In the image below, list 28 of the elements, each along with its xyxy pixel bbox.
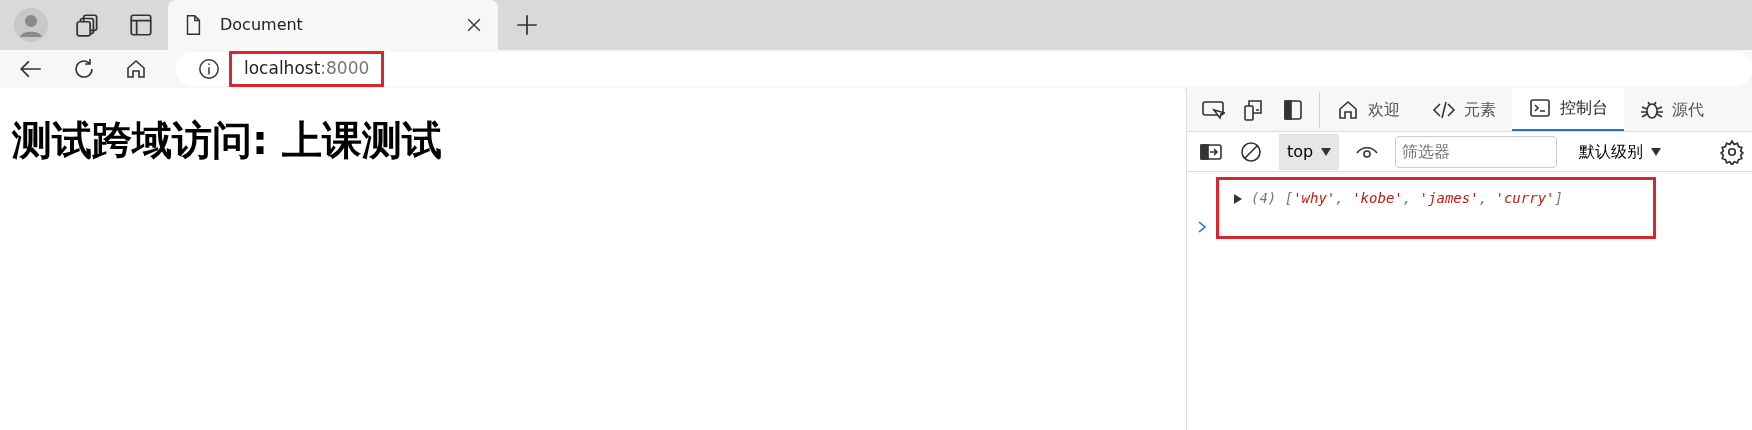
prompt-icon (1197, 220, 1207, 234)
url-text: localhost:8000 (232, 54, 382, 84)
collections-icon[interactable] (75, 12, 101, 38)
refresh-icon[interactable] (72, 57, 96, 81)
context-dropdown[interactable]: top (1279, 133, 1340, 170)
caret-icon (1651, 147, 1662, 156)
levels-dropdown[interactable]: 默认级别 (1573, 138, 1668, 165)
window-icon[interactable] (128, 12, 155, 38)
add-tab-icon[interactable] (514, 12, 540, 38)
settings-icon[interactable] (1719, 138, 1746, 165)
dock-icon[interactable] (1281, 97, 1305, 122)
browser-tab[interactable]: Document (168, 0, 498, 50)
console-log: (4) ['why', 'kobe', 'james', 'curry'] (1251, 189, 1563, 208)
filter-field[interactable]: 筛选器 (1395, 135, 1558, 168)
clear-icon[interactable] (1239, 139, 1263, 164)
expand-triangle-icon[interactable] (1233, 192, 1243, 205)
device-icon[interactable] (1241, 97, 1265, 122)
tab-title: Document (220, 14, 304, 36)
caret-icon (1321, 147, 1332, 156)
devtools-tab[interactable]: 控制台 (1512, 88, 1624, 131)
info-icon[interactable] (198, 58, 220, 80)
terminal-icon (1528, 96, 1552, 120)
page-heading: 测试跨域访问: 上课测试 (12, 116, 443, 164)
address-bar[interactable]: localhost:8000 (176, 52, 1752, 86)
devtools-tab[interactable]: 元素 (1416, 88, 1512, 131)
devtools-tab[interactable]: 源代 (1624, 88, 1720, 131)
home-icon[interactable] (124, 57, 148, 81)
devtools-tab[interactable]: 欢迎 (1320, 88, 1416, 131)
